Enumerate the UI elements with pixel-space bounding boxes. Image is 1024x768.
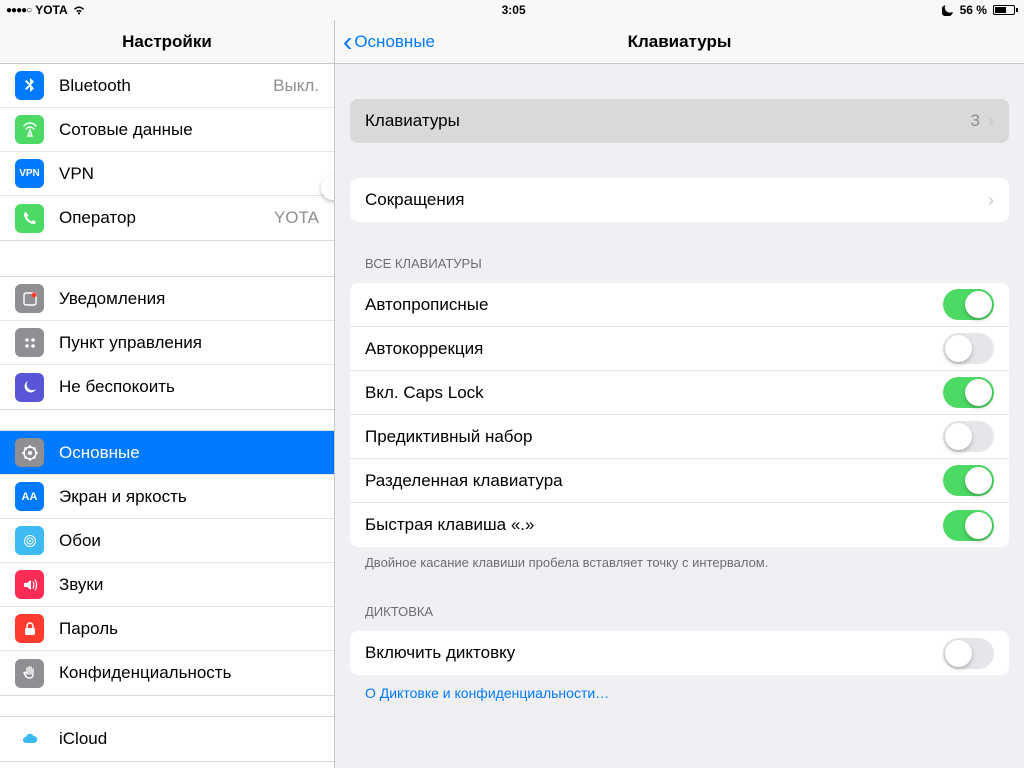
- sidebar-item-label: Сотовые данные: [59, 120, 334, 140]
- row-enable-dictation[interactable]: Включить диктовку: [350, 631, 1009, 675]
- toggle-auto-caps[interactable]: [943, 289, 994, 320]
- battery-percent: 56 %: [960, 3, 987, 17]
- row-shortcuts[interactable]: Сокращения ›: [350, 178, 1009, 222]
- toggle-period-shortcut[interactable]: [943, 510, 994, 541]
- sidebar-item-sounds[interactable]: Звуки: [0, 563, 334, 607]
- back-button[interactable]: ‹ Основные: [343, 28, 435, 56]
- sidebar-item-label: Звуки: [59, 575, 334, 595]
- row-label: Автопрописные: [365, 295, 943, 315]
- link-dictation-privacy[interactable]: О Диктовке и конфиденциальности…: [335, 675, 1024, 701]
- detail-pane[interactable]: Клавиатуры 3 › Сокращения › ВСЕ КЛАВИАТУ…: [335, 64, 1024, 768]
- toggle-auto-correct[interactable]: [943, 333, 994, 364]
- row-label: Включить диктовку: [365, 643, 943, 663]
- sidebar-item-label: Экран и яркость: [59, 487, 334, 507]
- row-label: Предиктивный набор: [365, 427, 943, 447]
- sidebar-item-cellular[interactable]: Сотовые данные: [0, 108, 334, 152]
- sidebar-item-icloud[interactable]: iCloud: [0, 717, 334, 761]
- bluetooth-icon: [15, 71, 44, 100]
- display-icon: AA: [15, 482, 44, 511]
- sidebar-item-label: Оператор: [59, 208, 274, 228]
- row-label: Клавиатуры: [365, 111, 971, 131]
- do-not-disturb-icon: [942, 4, 954, 16]
- sidebar-item-label: Пункт управления: [59, 333, 334, 353]
- notifications-icon: [15, 284, 44, 313]
- status-left: ●●●●○ YOTA: [6, 3, 86, 17]
- sidebar-item-notifications[interactable]: Уведомления: [0, 277, 334, 321]
- chevron-left-icon: ‹: [343, 28, 352, 56]
- sidebar[interactable]: Bluetooth Выкл. Сотовые данные VPN VPN О…: [0, 64, 335, 768]
- header: Настройки ‹ Основные Клавиатуры: [0, 20, 1024, 64]
- sidebar-item-display[interactable]: AA Экран и яркость: [0, 475, 334, 519]
- speaker-icon: [15, 570, 44, 599]
- sidebar-item-passcode[interactable]: Пароль: [0, 607, 334, 651]
- row-caps-lock[interactable]: Вкл. Caps Lock: [350, 371, 1009, 415]
- sidebar-item-label: Пароль: [59, 619, 334, 639]
- row-period-shortcut[interactable]: Быстрая клавиша «.»: [350, 503, 1009, 547]
- cellular-icon: [15, 115, 44, 144]
- chevron-right-icon: ›: [988, 111, 994, 132]
- toggle-split-keyboard[interactable]: [943, 465, 994, 496]
- sidebar-item-value: YOTA: [274, 208, 319, 228]
- sidebar-item-privacy[interactable]: Конфиденциальность: [0, 651, 334, 695]
- sidebar-item-label: Основные: [59, 443, 334, 463]
- control-center-icon: [15, 328, 44, 357]
- vpn-icon: VPN: [15, 159, 44, 188]
- wallpaper-icon: [15, 526, 44, 555]
- sidebar-item-dnd[interactable]: Не беспокоить: [0, 365, 334, 409]
- detail-header: ‹ Основные Клавиатуры: [335, 20, 1024, 63]
- section-footer-all-keyboards: Двойное касание клавиши пробела вставляе…: [335, 547, 1024, 570]
- hand-icon: [15, 659, 44, 688]
- sidebar-item-vpn[interactable]: VPN VPN: [0, 152, 334, 196]
- status-bar: ●●●●○ YOTA 3:05 56 %: [0, 0, 1024, 20]
- toggle-caps-lock[interactable]: [943, 377, 994, 408]
- sidebar-item-control-center[interactable]: Пункт управления: [0, 321, 334, 365]
- row-label: Вкл. Caps Lock: [365, 383, 943, 403]
- cloud-icon: [15, 725, 44, 754]
- toggle-dictation[interactable]: [943, 638, 994, 669]
- row-keyboards[interactable]: Клавиатуры 3 ›: [350, 99, 1009, 143]
- carrier-label: YOTA: [35, 3, 67, 17]
- row-label: Разделенная клавиатура: [365, 471, 943, 491]
- gear-icon: [15, 438, 44, 467]
- row-split-keyboard[interactable]: Разделенная клавиатура: [350, 459, 1009, 503]
- section-header-dictation: ДИКТОВКА: [335, 598, 1024, 625]
- sidebar-item-label: VPN: [59, 164, 319, 184]
- toggle-predictive[interactable]: [943, 421, 994, 452]
- row-label: Автокоррекция: [365, 339, 943, 359]
- status-time: 3:05: [502, 3, 526, 17]
- sidebar-item-label: Не беспокоить: [59, 377, 334, 397]
- detail-title: Клавиатуры: [335, 32, 1024, 52]
- sidebar-item-general[interactable]: Основные: [0, 431, 334, 475]
- sidebar-item-label: Обои: [59, 531, 334, 551]
- section-header-all-keyboards: ВСЕ КЛАВИАТУРЫ: [335, 250, 1024, 277]
- sidebar-item-value: Выкл.: [273, 76, 319, 96]
- phone-icon: [15, 204, 44, 233]
- battery-icon: [991, 5, 1018, 15]
- wifi-icon: [72, 5, 86, 15]
- chevron-right-icon: ›: [988, 190, 994, 211]
- sidebar-item-wallpaper[interactable]: Обои: [0, 519, 334, 563]
- row-label: Сокращения: [365, 190, 988, 210]
- moon-icon: [15, 373, 44, 402]
- back-label: Основные: [354, 32, 435, 52]
- sidebar-item-label: iCloud: [59, 729, 334, 749]
- sidebar-title: Настройки: [0, 20, 335, 63]
- sidebar-item-bluetooth[interactable]: Bluetooth Выкл.: [0, 64, 334, 108]
- sidebar-item-label: Конфиденциальность: [59, 663, 334, 683]
- sidebar-item-carrier[interactable]: Оператор YOTA: [0, 196, 334, 240]
- row-predictive[interactable]: Предиктивный набор: [350, 415, 1009, 459]
- row-value: 3: [971, 111, 980, 131]
- status-right: 56 %: [942, 3, 1018, 17]
- lock-icon: [15, 614, 44, 643]
- sidebar-item-label: Уведомления: [59, 289, 334, 309]
- row-auto-correct[interactable]: Автокоррекция: [350, 327, 1009, 371]
- row-label: Быстрая клавиша «.»: [365, 515, 943, 535]
- signal-dots-icon: ●●●●○: [6, 5, 31, 16]
- sidebar-item-label: Bluetooth: [59, 76, 273, 96]
- row-auto-caps[interactable]: Автопрописные: [350, 283, 1009, 327]
